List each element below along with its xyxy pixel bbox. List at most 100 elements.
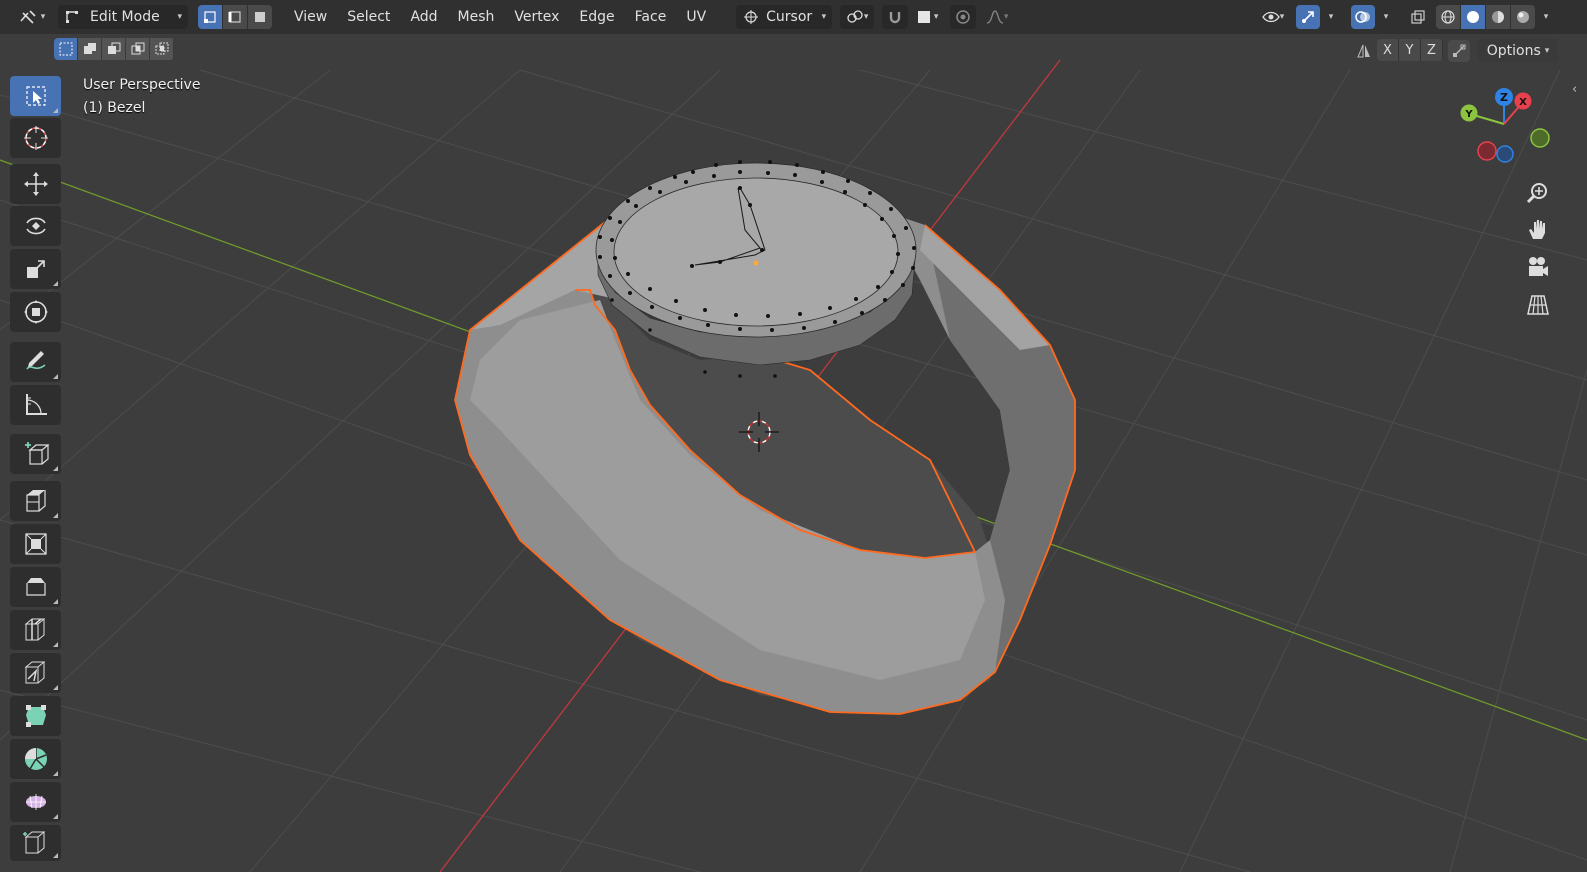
rendered-shading-button[interactable]: [1511, 5, 1535, 29]
tool-move[interactable]: [10, 164, 61, 204]
snap-element-dropdown[interactable]: ▾: [910, 5, 944, 29]
proportional-edit-icon: [956, 10, 970, 24]
snap-toggle[interactable]: [882, 5, 909, 29]
menu-vertex[interactable]: Vertex: [504, 5, 569, 29]
select-invert-button[interactable]: [126, 38, 150, 60]
box-select-mode-group: [54, 38, 174, 60]
tool-transform[interactable]: [10, 292, 61, 332]
menu-bar: View Select Add Mesh Vertex Edge Face UV: [284, 5, 716, 29]
menu-uv[interactable]: UV: [676, 5, 716, 29]
tool-bevel[interactable]: [10, 567, 61, 607]
mirror-x-toggle[interactable]: X: [1377, 39, 1399, 61]
rendered-icon: [1517, 11, 1529, 23]
perspective-toggle-button[interactable]: [1521, 288, 1555, 322]
orientation-icon: [847, 10, 863, 23]
mode-label: Edit Mode: [90, 9, 160, 25]
solid-icon: [1467, 11, 1479, 23]
tool-shear[interactable]: [10, 825, 61, 861]
mirror-z-toggle[interactable]: Z: [1421, 39, 1443, 61]
tool-select-box[interactable]: [10, 76, 61, 116]
tool-smooth[interactable]: [10, 782, 61, 822]
knife-icon: [24, 661, 45, 684]
shading-mode-group: [1436, 5, 1535, 29]
gizmo-toggle[interactable]: [1296, 5, 1320, 29]
poly-build-icon: [25, 705, 46, 727]
topology-mirror-toggle[interactable]: [1448, 40, 1470, 62]
selectability-visibility-dropdown[interactable]: ▾: [1255, 5, 1291, 29]
transform-orientation-button[interactable]: ▾: [840, 5, 875, 29]
gizmo-neg-z-icon: [1496, 145, 1514, 163]
tool-poly-build[interactable]: [10, 696, 61, 736]
gizmo-dropdown[interactable]: ▾: [1322, 5, 1340, 29]
eye-icon: [1261, 11, 1280, 23]
tool-knife[interactable]: [10, 653, 61, 693]
select-intersect-button[interactable]: [150, 38, 174, 60]
wireframe-shading-button[interactable]: [1436, 5, 1461, 29]
tool-settings-row: X Y Z Options ▾: [0, 36, 1587, 64]
gizmo-neg-y-icon: [1530, 128, 1550, 148]
pivot-dropdown[interactable]: Cursor ▾: [736, 5, 833, 29]
wireframe-icon: [1441, 10, 1455, 24]
watch-face: [613, 177, 899, 327]
options-dropdown[interactable]: Options ▾: [1478, 39, 1558, 62]
menu-mesh[interactable]: Mesh: [448, 5, 505, 29]
3d-viewport[interactable]: Z X Y: [0, 0, 1587, 872]
magnet-icon: [889, 12, 901, 24]
edge-select-button[interactable]: [223, 5, 248, 29]
gizmo-icon: [1302, 11, 1314, 23]
camera-view-button[interactable]: [1521, 250, 1555, 284]
hand-icon: [1529, 220, 1545, 239]
menu-add[interactable]: Add: [400, 5, 447, 29]
editor-type-icon: [20, 10, 36, 24]
mirror-axis-group: X Y Z: [1377, 39, 1443, 61]
select-subtract-button[interactable]: [102, 38, 126, 60]
menu-select[interactable]: Select: [337, 5, 400, 29]
tool-scale[interactable]: [10, 249, 61, 289]
loop-cut-icon: [24, 618, 45, 641]
pivot-label: Cursor: [766, 9, 813, 25]
pivot-point: [753, 260, 759, 266]
select-extend-button[interactable]: [78, 38, 102, 60]
sidebar-expand-arrow[interactable]: ‹: [1572, 82, 1577, 97]
active-object-text: (1) Bezel: [83, 100, 146, 116]
mode-dropdown[interactable]: Edit Mode ▾: [58, 5, 188, 29]
material-icon: [1492, 11, 1504, 23]
overlay-toggle[interactable]: [1351, 5, 1375, 29]
tool-loop-cut[interactable]: [10, 610, 61, 650]
menu-face[interactable]: Face: [625, 5, 677, 29]
xray-toggle[interactable]: [1406, 5, 1430, 29]
tool-extrude[interactable]: [10, 481, 61, 521]
tool-add-cube[interactable]: [10, 434, 61, 474]
gizmo-y-label: Y: [1464, 109, 1473, 120]
spin-icon: [24, 748, 47, 770]
vertex-select-button[interactable]: [198, 5, 223, 29]
mirror-y-toggle[interactable]: Y: [1399, 39, 1421, 61]
shear-icon: [22, 831, 45, 854]
transform-icon: [23, 300, 48, 324]
zoom-button[interactable]: [1521, 176, 1555, 210]
menu-view[interactable]: View: [284, 5, 337, 29]
proportional-falloff-dropdown[interactable]: ▾: [978, 5, 1016, 29]
overlay-dropdown[interactable]: ▾: [1377, 5, 1395, 29]
mirror-button[interactable]: [1354, 40, 1374, 62]
options-label: Options: [1486, 42, 1541, 59]
editor-type-button[interactable]: ▾: [16, 5, 48, 29]
select-intersect-icon: [155, 42, 168, 55]
camera-icon: [1529, 257, 1548, 276]
viewport-header: ▾ Edit Mode ▾ View Select Add Mesh Verte…: [0, 0, 1587, 34]
tool-spin[interactable]: [10, 739, 61, 779]
tool-rotate[interactable]: [10, 206, 61, 246]
solid-shading-button[interactable]: [1461, 5, 1486, 29]
tool-cursor[interactable]: [10, 118, 61, 158]
material-shading-button[interactable]: [1486, 5, 1511, 29]
pan-button[interactable]: [1521, 212, 1555, 246]
face-select-button[interactable]: [248, 5, 272, 29]
select-new-button[interactable]: [54, 38, 78, 60]
menu-edge[interactable]: Edge: [569, 5, 624, 29]
tool-inset[interactable]: [10, 524, 61, 564]
tool-measure[interactable]: [10, 385, 61, 425]
tool-annotate[interactable]: [10, 342, 61, 382]
proportional-editing-toggle[interactable]: [950, 5, 977, 29]
select-extend-icon: [83, 43, 96, 54]
shading-dropdown[interactable]: ▾: [1538, 5, 1554, 29]
